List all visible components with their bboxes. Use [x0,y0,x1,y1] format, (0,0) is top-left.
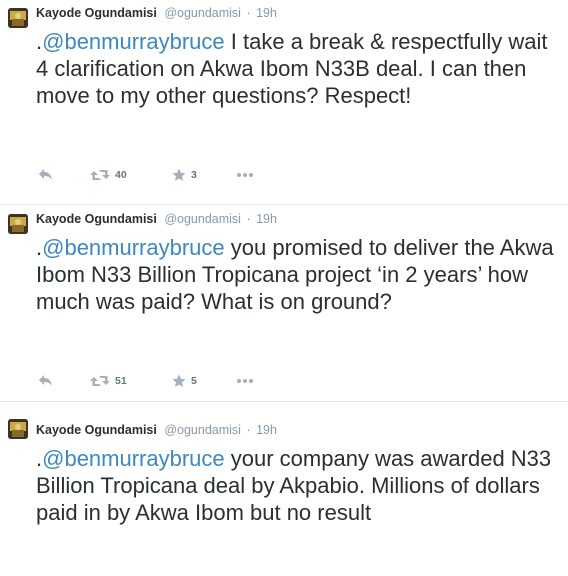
avatar[interactable] [8,419,28,439]
tweet-text: .@benmurraybruce I take a break & respec… [36,28,561,109]
tweet-timestamp[interactable]: 19h [256,212,277,226]
tweet-timestamp[interactable]: 19h [256,6,277,20]
header-separator: · [246,6,251,20]
favorite-icon [172,168,186,181]
tweet-header: Kayode Ogundamisi @ogundamisi · 19h [36,423,277,437]
favorite-button[interactable]: 3 [172,167,197,183]
reply-button[interactable] [38,373,54,389]
favorite-count: 5 [191,375,197,387]
more-button[interactable] [236,167,254,183]
tweet-timestamp[interactable]: 19h [256,423,277,437]
favorite-button[interactable]: 5 [172,373,197,389]
more-button[interactable] [236,373,254,389]
author-fullname[interactable]: Kayode Ogundamisi [36,212,157,226]
mention-link[interactable]: @benmurraybruce [42,235,225,260]
retweet-button[interactable]: 40 [90,167,127,183]
tweet[interactable]: Kayode Ogundamisi @ogundamisi · 19h .@be… [0,0,568,205]
header-separator: · [246,212,251,226]
favorite-icon [172,374,186,387]
tweet-text: .@benmurraybruce your company was awarde… [36,445,561,526]
author-fullname[interactable]: Kayode Ogundamisi [36,423,157,437]
reply-icon [39,375,52,386]
mention-link[interactable]: @benmurraybruce [42,29,225,54]
retweet-icon [90,376,110,386]
reply-icon [39,169,52,180]
avatar[interactable] [8,8,28,28]
favorite-count: 3 [191,169,197,181]
retweet-button[interactable]: 51 [90,373,127,389]
tweet-header: Kayode Ogundamisi @ogundamisi · 19h [36,212,277,226]
retweet-icon [90,170,110,180]
header-separator: · [246,423,251,437]
author-username[interactable]: @ogundamisi [164,6,241,20]
tweet-header: Kayode Ogundamisi @ogundamisi · 19h [36,6,277,20]
tweet[interactable]: Kayode Ogundamisi @ogundamisi · 19h .@be… [0,403,568,576]
tweet[interactable]: Kayode Ogundamisi @ogundamisi · 19h .@be… [0,206,568,402]
reply-button[interactable] [38,167,54,183]
author-fullname[interactable]: Kayode Ogundamisi [36,6,157,20]
retweet-count: 40 [115,169,127,181]
author-username[interactable]: @ogundamisi [164,423,241,437]
avatar[interactable] [8,214,28,234]
tweet-text: .@benmurraybruce you promised to deliver… [36,234,561,315]
author-username[interactable]: @ogundamisi [164,212,241,226]
mention-link[interactable]: @benmurraybruce [42,446,225,471]
more-icon [237,173,253,177]
more-icon [237,379,253,383]
retweet-count: 51 [115,375,127,387]
